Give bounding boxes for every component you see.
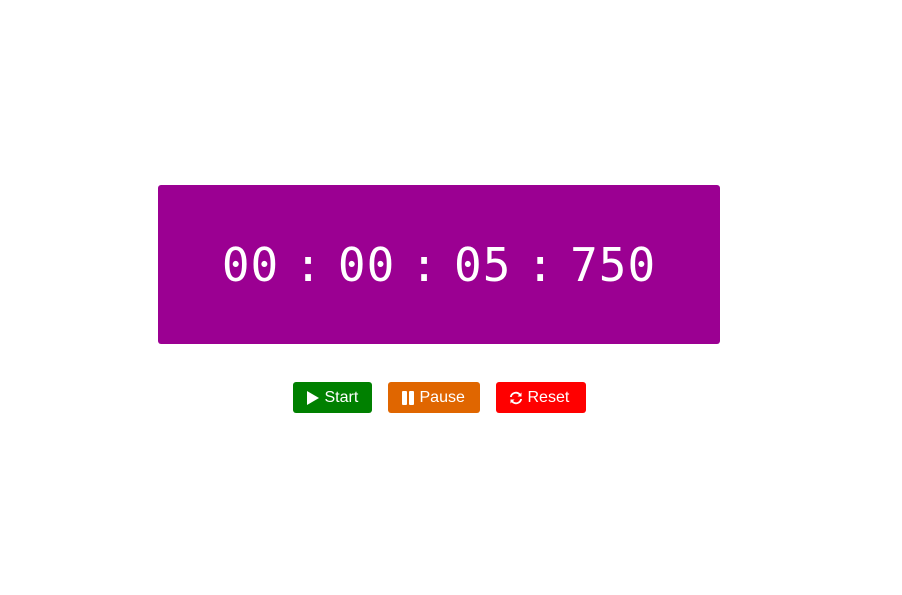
separator: : bbox=[294, 237, 323, 292]
separator: : bbox=[526, 237, 556, 292]
pause-button[interactable]: Pause bbox=[387, 382, 480, 413]
reset-label: Reset bbox=[527, 388, 570, 406]
refresh-icon bbox=[509, 391, 522, 404]
pause-label: Pause bbox=[419, 388, 465, 406]
stopwatch-app: 00:00:05:750 Start Pause Reset bbox=[0, 0, 902, 595]
pause-icon bbox=[401, 390, 414, 405]
hours-value: 00 bbox=[221, 237, 280, 292]
minutes-value: 00 bbox=[337, 237, 396, 292]
timer-display: 00:00:05:750 bbox=[158, 185, 720, 344]
reset-button[interactable]: Reset bbox=[495, 382, 586, 413]
play-icon bbox=[306, 390, 319, 405]
start-button[interactable]: Start bbox=[292, 382, 372, 413]
seconds-value: 05 bbox=[454, 237, 512, 292]
start-label: Start bbox=[324, 388, 359, 406]
milliseconds-value: 750 bbox=[570, 237, 657, 292]
separator: : bbox=[410, 237, 439, 292]
controls: Start Pause Reset bbox=[0, 382, 878, 413]
